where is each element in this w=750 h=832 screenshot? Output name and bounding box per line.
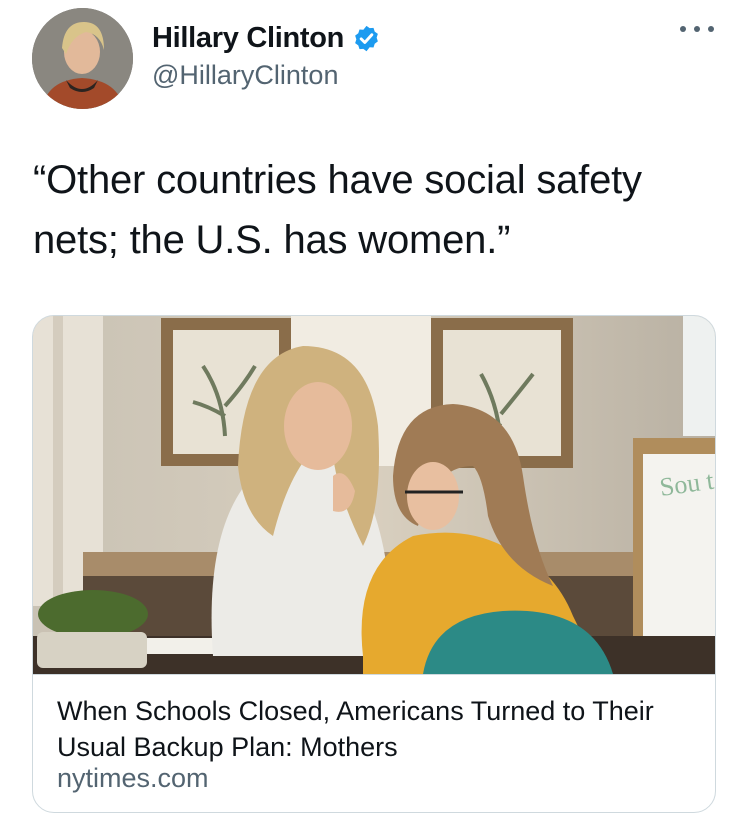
link-card[interactable]: Sou t ed When Schools Closed, Americans … (32, 315, 716, 813)
author-handle[interactable]: @HillaryClinton (152, 60, 338, 91)
more-options-icon[interactable] (680, 22, 714, 36)
verified-badge-icon (355, 25, 378, 52)
article-photo: Sou t ed (33, 316, 715, 674)
card-domain[interactable]: nytimes.com (57, 763, 209, 794)
card-body[interactable]: When Schools Closed, Americans Turned to… (33, 674, 715, 812)
avatar[interactable] (32, 8, 133, 109)
author-name[interactable]: Hillary Clinton (152, 22, 344, 55)
card-title[interactable]: When Schools Closed, Americans Turned to… (57, 693, 697, 765)
author-row[interactable]: Hillary Clinton (152, 22, 381, 55)
tweet-text: “Other countries have social safety nets… (33, 158, 642, 262)
